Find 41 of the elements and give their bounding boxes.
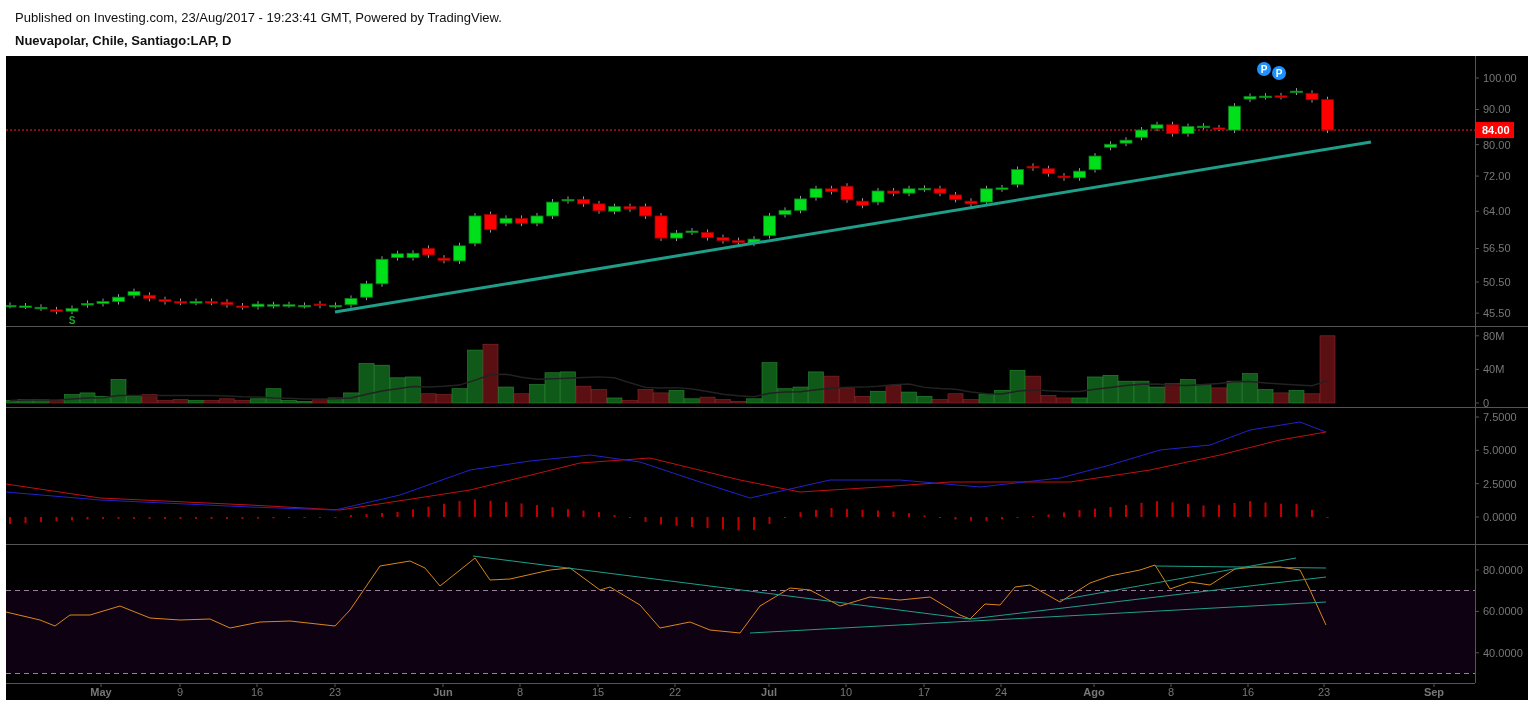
axis-label: 7.5000 [1483, 411, 1517, 423]
axis-label: 40.0000 [1483, 646, 1523, 659]
axis-label: 5.0000 [1483, 444, 1517, 457]
axis-label: 0.0000 [1483, 511, 1517, 523]
axis-label: 40M [1483, 363, 1505, 376]
axis-label: Jul [761, 686, 777, 698]
axis-label: 45.50 [1483, 307, 1511, 320]
split-marker: S [68, 315, 76, 326]
axis-label: May [90, 686, 112, 698]
axis-label: 10 [839, 686, 853, 698]
axis-label: 50.50 [1483, 276, 1511, 288]
axis-label: 24 [994, 686, 1008, 698]
published-note: Published on Investing.com, 23/Aug/2017 - 19:23:41 GMT, Powered by TradingView. [15, 9, 503, 26]
event-marker[interactable]: P [1272, 66, 1286, 80]
axis-label: 2.5000 [1483, 477, 1517, 490]
axis-label: 22 [668, 686, 682, 698]
event-marker[interactable]: P [1257, 62, 1271, 76]
axis-label: 8 [1167, 686, 1175, 698]
axis-label: 23 [328, 686, 342, 698]
axis-label: Sep [1423, 686, 1445, 698]
axis-label: 16 [1241, 686, 1255, 698]
axis-label: 0 [1483, 397, 1490, 409]
axis-label: 8 [516, 686, 524, 698]
axis-label: 60.0000 [1483, 605, 1523, 618]
chart-title: Nuevapolar, Chile, Santiago:LAP, D [15, 32, 233, 49]
axis-label: 90.00 [1483, 103, 1511, 116]
axis-label: Ago [1083, 686, 1105, 698]
axis-label: 80M [1483, 329, 1505, 342]
axis-label: 64.00 [1483, 205, 1511, 218]
axis-label: 17 [917, 686, 931, 698]
axis-label: 80.00 [1483, 138, 1511, 151]
axis-label: 100.00 [1483, 72, 1517, 84]
axis-label: 9 [176, 686, 184, 698]
axis-label: 15 [591, 686, 605, 698]
axis-label: 56.50 [1483, 242, 1511, 255]
axis-label: 16 [250, 686, 264, 698]
axis-label: 80.0000 [1483, 564, 1523, 576]
axis-label: 72.00 [1483, 170, 1511, 183]
axis-label: Jun [433, 686, 453, 698]
axis-label: 23 [1317, 686, 1331, 698]
last-price-label: 84.00 [1476, 122, 1514, 139]
